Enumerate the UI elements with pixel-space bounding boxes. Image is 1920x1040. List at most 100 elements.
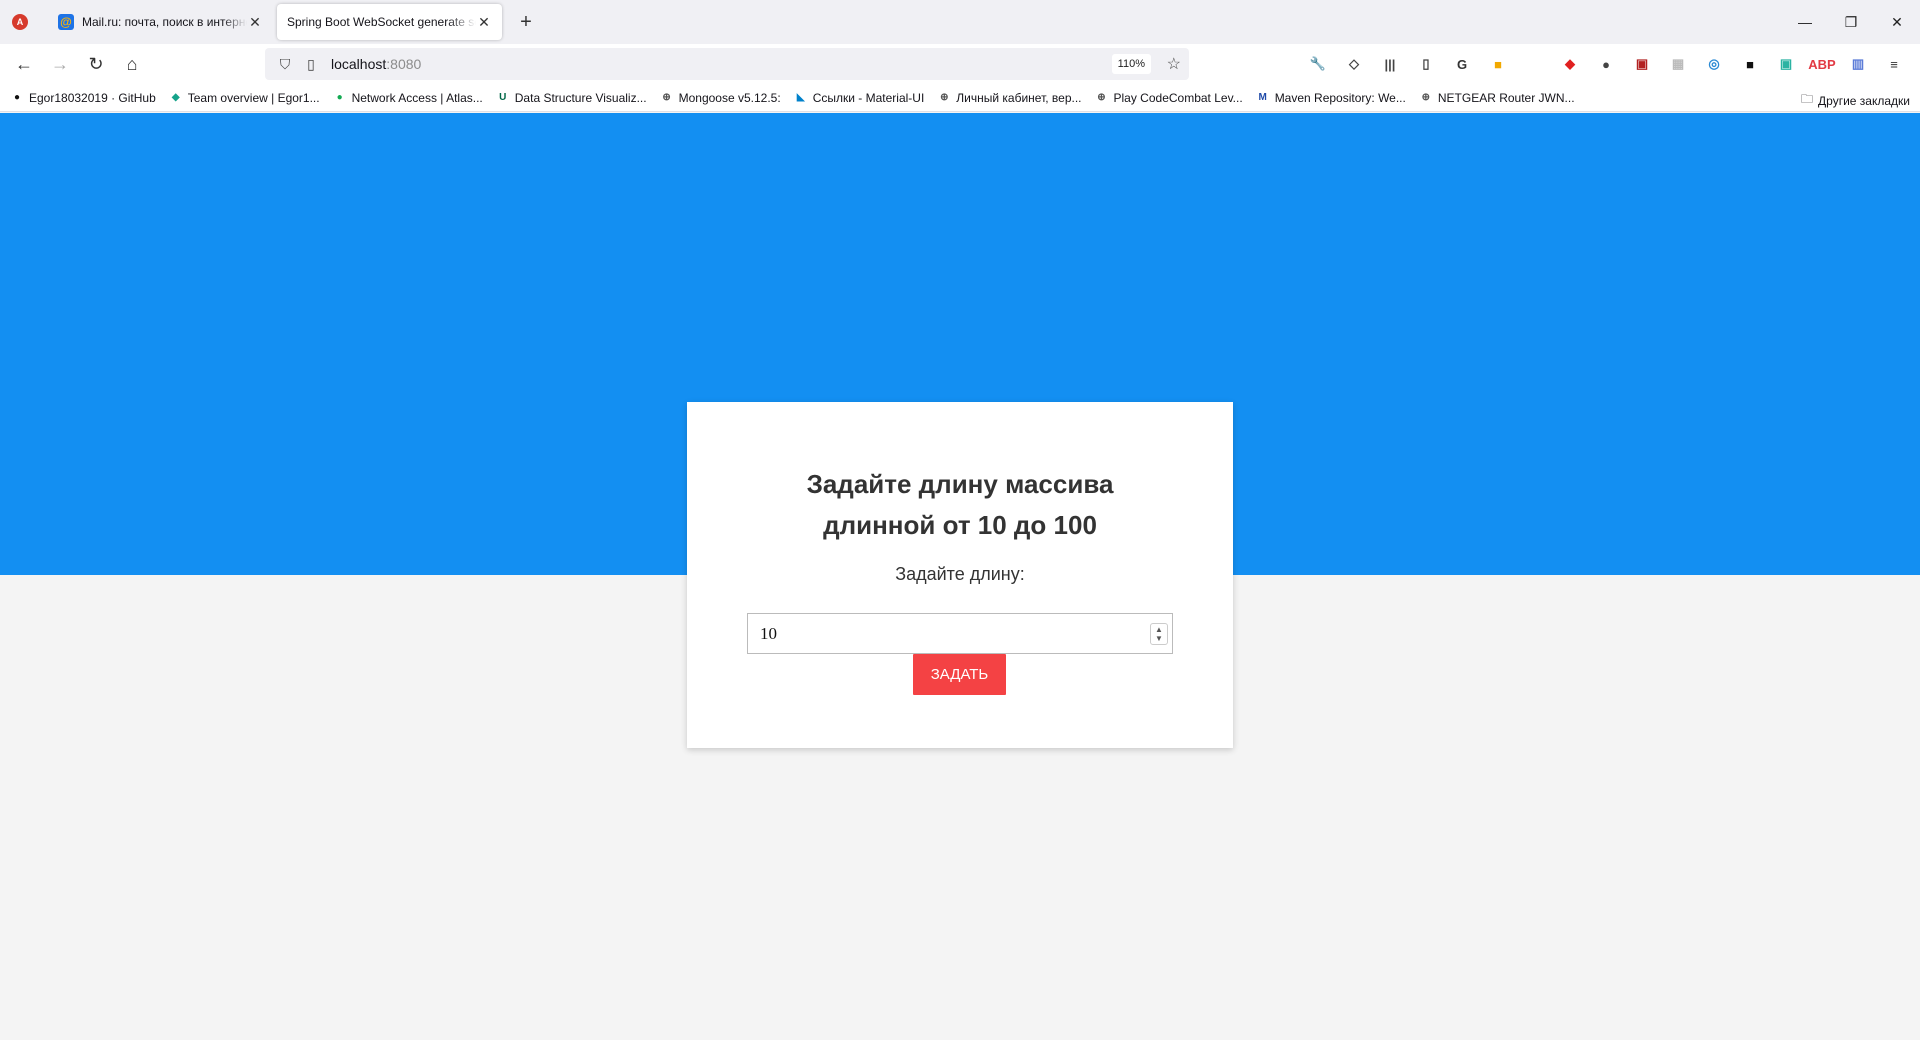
bookmark-item[interactable]: ⊕ Play CodeCombat Lev... [1095, 90, 1243, 105]
menu-icon-glyph: ≡ [1890, 56, 1898, 72]
save-icon[interactable]: ■ [1732, 48, 1768, 80]
map-icon-glyph: ▥ [1851, 56, 1865, 71]
bookmark-flag-icon-glyph: ■ [1494, 56, 1502, 72]
bookmark-label: Mongoose v5.12.5: [678, 90, 781, 105]
circle-o-icon[interactable]: ◎ [1696, 48, 1732, 80]
bookmark-item[interactable]: U Data Structure Visualiz... [496, 90, 647, 105]
adblock-abp-icon[interactable]: ABP [1804, 48, 1840, 80]
window-controls: — ❐ ✕ [1782, 0, 1920, 44]
menu-icon[interactable]: ≡ [1876, 48, 1912, 80]
grid-icon[interactable]: ▦ [1660, 48, 1696, 80]
back-arrow-icon[interactable]: ← [6, 48, 42, 80]
teal-box-icon[interactable]: ▣ [1768, 48, 1804, 80]
bookmark-label: Egor18032019 · GitHub [29, 90, 156, 105]
mvn-icon: M [1258, 92, 1267, 103]
gradient-square-icon[interactable] [1516, 48, 1552, 80]
form-heading: Задайте длину массива длинной от 10 до 1… [806, 469, 1114, 540]
library-icon-glyph: ||| [1384, 56, 1396, 72]
globe-icon: ⊕ [1421, 92, 1431, 103]
tab-mail-ru[interactable]: @ Mail.ru: почта, поиск в интернете ✕ [48, 4, 273, 40]
tracking-shield-icon[interactable]: ⛉ [275, 54, 295, 74]
library-icon[interactable]: ||| [1372, 48, 1408, 80]
bookmark-label: NETGEAR Router JWN... [1437, 90, 1575, 105]
grammarly-g-icon[interactable]: G [1444, 48, 1480, 80]
bookmark-item[interactable]: ⊕ Личный кабинет, вер... [937, 91, 1081, 105]
bookmark-item[interactable]: ● Egor18032019 · GitHub [10, 91, 156, 105]
people-icon-glyph: ● [1602, 56, 1610, 72]
tab-title: Spring Boot WebSocket generate sequence [287, 15, 476, 29]
globe-icon: ⊕ [940, 92, 949, 103]
bookmark-label: Network Access | Atlas... [351, 90, 483, 105]
bookmark-item[interactable]: M Maven Repository: We... [1256, 91, 1406, 105]
bookmark-item[interactable]: ◆ Team overview | Egor1... [169, 91, 320, 105]
save-icon-glyph: ■ [1746, 56, 1754, 72]
firefox-view-button[interactable]: A [0, 0, 40, 44]
array-length-form-card: Задайте длину массива длинной от 10 до 1… [687, 402, 1233, 748]
sidebar-icon-glyph: ▯ [1422, 56, 1430, 71]
browser-logo-icon: A [12, 14, 28, 30]
url-text[interactable]: localhost:8080 [331, 56, 421, 72]
gradient-square-icon-glyph [1526, 56, 1542, 72]
wrench-icon[interactable]: 🔧 [1300, 48, 1336, 80]
globe-icon: ⊕ [662, 92, 671, 103]
tab-close-icon[interactable]: ✕ [247, 14, 263, 30]
teal-box-icon-glyph: ▣ [1779, 56, 1793, 71]
bookmark-item[interactable]: ⊕ NETGEAR Router JWN... [1419, 91, 1575, 105]
mongodb-leaf-icon: ● [336, 92, 343, 103]
forward-arrow-icon[interactable]: → [42, 48, 78, 80]
new-tab-plus-icon[interactable]: + [512, 8, 540, 36]
people-icon[interactable]: ● [1588, 48, 1624, 80]
close-window-icon[interactable]: ✕ [1874, 0, 1920, 44]
other-bookmarks[interactable]: 🗀 Другие закладки [1801, 90, 1910, 111]
globe-icon: ⊕ [1097, 92, 1106, 103]
navigation-toolbar: ← → ↻ ⌂ ⛉ ▯ localhost:8080 110% ☆ 🔧 ◇ ||| ▯… [0, 44, 1920, 84]
mail-ru-favicon-icon: @ [58, 14, 74, 30]
spin-down-icon[interactable]: ▼ [1155, 634, 1163, 643]
bookmark-label: Личный кабинет, вер... [956, 90, 1082, 105]
length-input-value[interactable]: 10 [748, 624, 1150, 644]
tab-title: Mail.ru: почта, поиск в интернете [82, 15, 247, 29]
minimize-icon[interactable]: — [1782, 0, 1828, 44]
spin-up-icon[interactable]: ▲ [1155, 625, 1163, 634]
url-port: :8080 [386, 56, 422, 72]
github-icon: ● [13, 92, 21, 103]
shield-red-icon[interactable]: ◆ [1552, 48, 1588, 80]
adblock-abp-icon-glyph: ABP [1808, 56, 1836, 72]
submit-button[interactable]: ЗАДАТЬ [913, 654, 1006, 695]
bookmarks-toolbar: ● Egor18032019 · GitHub ◆ Team overview | E… [0, 84, 1920, 112]
folder-icon: 🗀 [1801, 92, 1814, 106]
sidebar-icon[interactable]: ▯ [1408, 48, 1444, 80]
bookmark-label: Maven Repository: We... [1274, 90, 1406, 105]
bookmark-item[interactable]: ● Network Access | Atlas... [333, 91, 483, 105]
length-number-input[interactable]: 10 ▲ ▼ [747, 613, 1173, 654]
bookmark-label: Ссылки - Material-UI [812, 90, 925, 105]
url-bar[interactable]: ⛉ ▯ localhost:8080 110% ☆ [265, 48, 1189, 80]
pocket-icon[interactable]: ◇ [1336, 48, 1372, 80]
other-bookmarks-label: Другие закладки [1818, 93, 1910, 108]
extension-toolbar: 🔧 ◇ ||| ▯ G ■ ◆ ● ▣ ▦ ◎ ■ ▣ ABP ▥ ≡ [1300, 48, 1912, 80]
bookmark-label: Play CodeCombat Lev... [1113, 90, 1243, 105]
screenshot-icon[interactable]: ▣ [1624, 48, 1660, 80]
bookmark-item[interactable]: ◣ Ссылки - Material-UI [794, 90, 925, 105]
material-ui-icon: ◣ [796, 92, 805, 103]
page-info-icon[interactable]: ▯ [301, 54, 321, 74]
pocket-icon-glyph: ◇ [1349, 56, 1359, 71]
bookmark-label: Data Structure Visualiz... [514, 90, 647, 105]
bookmark-star-icon[interactable]: ☆ [1167, 54, 1181, 74]
bookmark-label: Team overview | Egor1... [187, 90, 320, 105]
zoom-level-badge[interactable]: 110% [1111, 54, 1151, 74]
restore-icon[interactable]: ❐ [1828, 0, 1874, 44]
map-icon[interactable]: ▥ [1840, 48, 1876, 80]
home-icon[interactable]: ⌂ [114, 48, 150, 80]
number-spinner[interactable]: ▲ ▼ [1150, 622, 1168, 645]
screenshot-icon-glyph: ▣ [1635, 56, 1649, 71]
wrench-icon-glyph: 🔧 [1309, 56, 1327, 71]
page-content: Задайте длину массива длинной от 10 до 1… [0, 113, 1920, 1040]
usf-icon: U [499, 92, 507, 103]
length-label: Задайте длину: [895, 564, 1025, 584]
bookmark-item[interactable]: ⊕ Mongoose v5.12.5: [660, 90, 781, 105]
tab-spring-boot[interactable]: Spring Boot WebSocket generate sequence … [277, 4, 502, 40]
tab-close-icon[interactable]: ✕ [476, 14, 492, 30]
reload-icon[interactable]: ↻ [78, 48, 114, 80]
bookmark-flag-icon[interactable]: ■ [1480, 48, 1516, 80]
